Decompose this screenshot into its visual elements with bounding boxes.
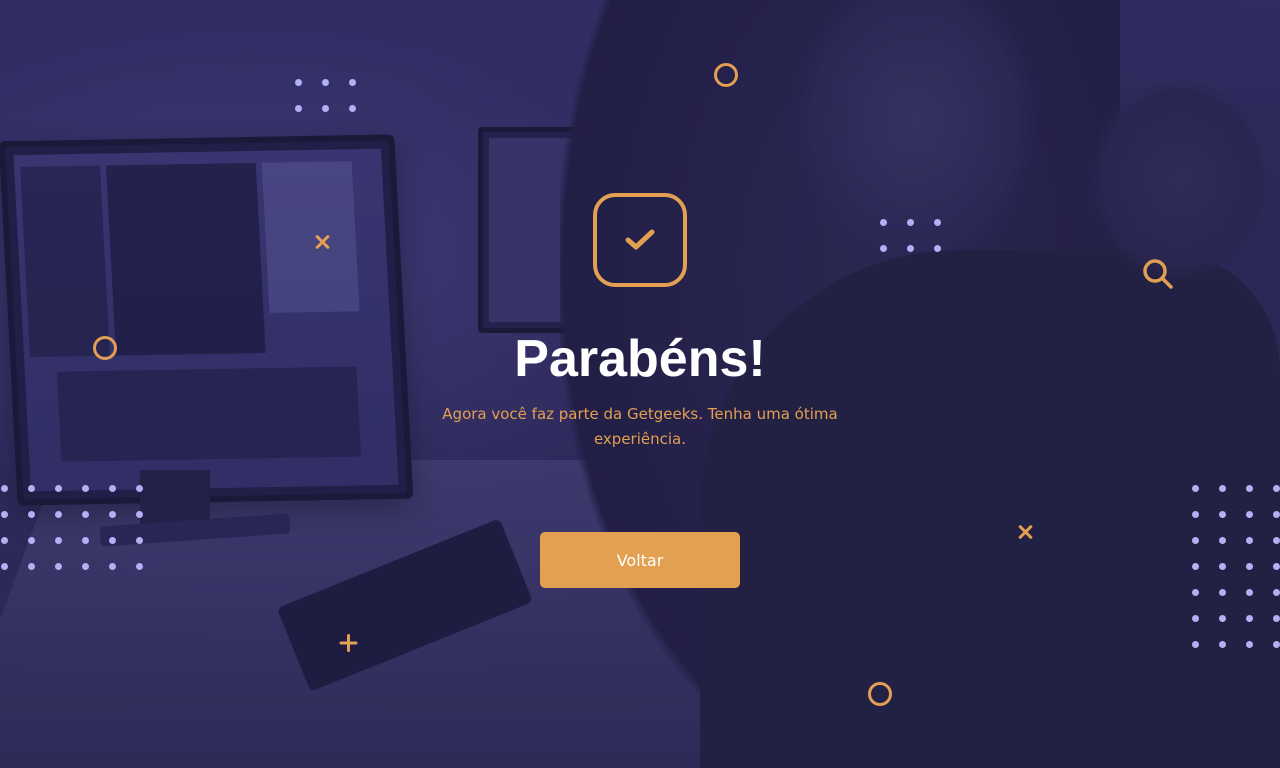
success-message: Agora você faz parte da Getgeeks. Tenha … (442, 405, 838, 448)
check-icon (625, 229, 655, 250)
success-page: Parabéns! Agora você faz parte da Getgee… (0, 0, 1280, 768)
success-badge (593, 193, 687, 287)
back-button[interactable]: Voltar (540, 532, 740, 588)
page-title: Parabéns! (514, 330, 766, 388)
success-content: Parabéns! Agora você faz parte da Getgee… (0, 0, 1280, 768)
